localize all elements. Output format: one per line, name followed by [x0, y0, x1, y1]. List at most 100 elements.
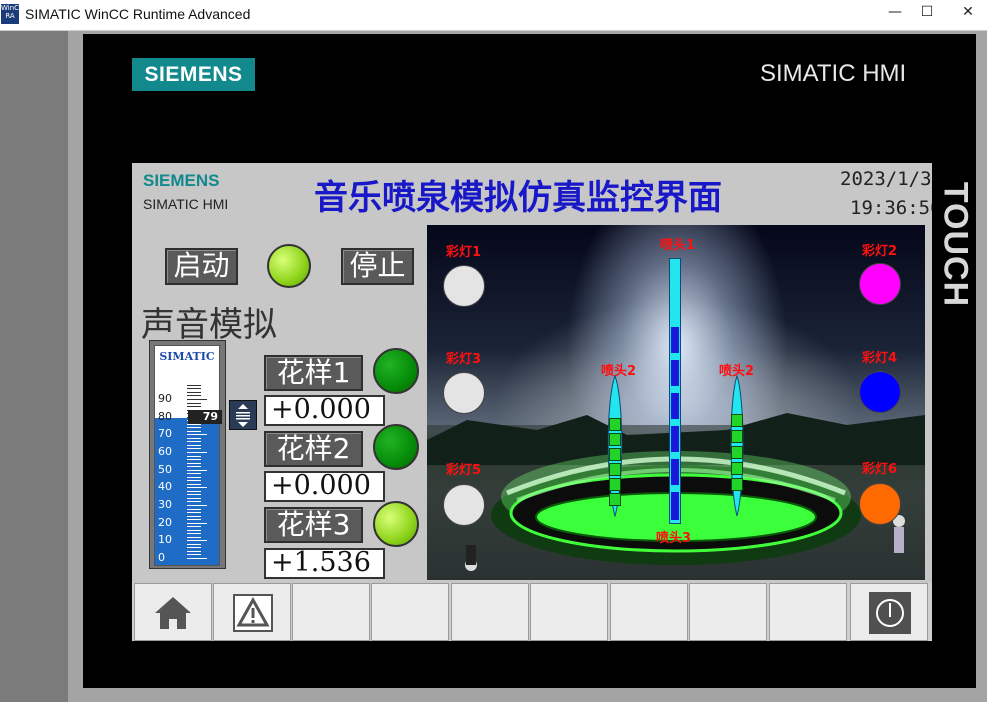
gauge-tick-mark [187, 540, 207, 542]
page-title: 音乐喷泉模拟仿真监控界面 [314, 178, 722, 218]
gauge-tick-label: 90 [158, 392, 172, 405]
gauge-tick-mark [187, 536, 201, 538]
nozzle2-right-segment [731, 446, 743, 459]
gauge-tick-mark [187, 476, 201, 478]
pattern3-indicator [373, 501, 419, 547]
gauge-tick-mark [187, 529, 201, 531]
close-button[interactable]: ✕ [953, 4, 983, 24]
maximize-button[interactable]: ☐ [912, 4, 942, 24]
gauge-tick-label: 10 [158, 533, 172, 547]
power-icon [869, 592, 911, 634]
touch-label: TOUCH [936, 181, 975, 308]
nozzle1-segment [671, 393, 679, 419]
gauge-tick-mark [187, 430, 201, 432]
nozzle1-segment [671, 459, 679, 485]
date-display: 2023/1/31 [840, 168, 932, 190]
hmi-screen: SIEMENS SIMATIC HMI 音乐喷泉模拟仿真监控界面 2023/1/… [132, 163, 932, 641]
pattern2-button[interactable]: 花样2 [264, 431, 363, 467]
taskbar-button-3[interactable] [292, 583, 370, 641]
alarm-button[interactable] [213, 583, 291, 641]
taskbar-button-4[interactable] [371, 583, 449, 641]
gauge-tick-mark [187, 487, 207, 489]
gauge-tick-mark [187, 455, 201, 457]
gauge-value-pointer: 79 [188, 410, 222, 425]
pattern1-value: +0.000 [264, 395, 385, 426]
pattern3-value: +1.536 [264, 548, 385, 579]
taskbar-button-8[interactable] [689, 583, 767, 641]
nozzle2-left-segment [609, 433, 621, 446]
gauge-tick-mark [187, 406, 201, 408]
gauge-tick-mark [187, 508, 201, 510]
gauge-tick-label: 70 [158, 427, 172, 441]
gauge-tick-label: 40 [158, 480, 172, 494]
device-model-label: SIMATIC HMI [760, 60, 907, 87]
nozzle2-right-segment [731, 430, 743, 443]
gauge-ticks: 90 80 70 60 50 40 30 20 10 0 [155, 346, 219, 565]
lamp6 [859, 483, 901, 525]
time-display: 19:36:56 [850, 197, 932, 219]
taskbar-button-5[interactable] [451, 583, 529, 641]
pattern3-button[interactable]: 花样3 [264, 507, 363, 543]
gauge-tick-mark [187, 515, 201, 517]
sound-level-slider-handle[interactable] [229, 400, 257, 430]
gauge-tick-mark [187, 462, 201, 464]
gauge-tick-mark [187, 444, 201, 446]
gauge-tick-mark [187, 547, 201, 549]
nozzle2-right-segment [731, 462, 743, 475]
nozzle2-left-segment [609, 493, 621, 506]
lamp5-label: 彩灯5 [446, 463, 482, 478]
nozzle3-label: 喷头3 [656, 531, 692, 546]
gauge-tick-mark [187, 505, 207, 506]
power-button[interactable] [850, 583, 928, 641]
lamp4-label: 彩灯4 [862, 351, 898, 366]
gauge-tick-mark [187, 473, 201, 475]
pattern2-value: +0.000 [264, 471, 385, 502]
gauge-tick-mark [187, 452, 207, 453]
stop-button[interactable]: 停止 [341, 248, 414, 285]
home-icon [155, 597, 191, 629]
pattern2-indicator [373, 424, 419, 470]
gauge-tick-mark [187, 480, 201, 482]
gauge-tick-label: 60 [158, 445, 172, 458]
gauge-tick-mark [187, 558, 207, 559]
taskbar-button-7[interactable] [610, 583, 688, 641]
pattern1-button[interactable]: 花样1 [264, 355, 363, 391]
lamp6-label: 彩灯6 [862, 462, 898, 477]
gauge-tick-mark [187, 384, 201, 386]
gauge-tick-mark [187, 459, 201, 461]
gauge-tick-label: 50 [158, 462, 172, 476]
sound-simulation-label: 声音模拟 [141, 305, 277, 345]
gauge-tick-mark [187, 543, 201, 545]
gauge-tick-mark [187, 399, 207, 400]
gauge-tick-mark [187, 395, 201, 397]
sound-level-gauge: SIMATIC 90 80 70 60 50 40 30 20 10 0 79 [149, 340, 226, 569]
wincc-app-icon: WinCC RA [1, 4, 24, 24]
gauge-tick-mark [187, 494, 201, 496]
nozzle2-left-segment [609, 463, 621, 476]
home-button[interactable] [134, 583, 212, 641]
gauge-tick-mark [187, 391, 201, 393]
nozzle1-segment [671, 426, 679, 452]
siemens-logo: SIEMENS [132, 58, 255, 91]
lamp3 [443, 372, 485, 414]
start-button[interactable]: 启动 [165, 248, 238, 285]
gauge-tick-mark [187, 469, 207, 471]
gauge-tick-mark [187, 522, 207, 524]
gauge-tick-mark [187, 434, 207, 436]
taskbar-button-6[interactable] [530, 583, 608, 641]
lamp1 [443, 265, 485, 307]
gauge-tick-label: 30 [158, 498, 172, 511]
alarm-warning-icon [233, 594, 273, 632]
lamp4 [859, 371, 901, 413]
taskbar-button-9[interactable] [769, 583, 847, 641]
gauge-tick-mark [187, 526, 201, 528]
gauge-tick-mark [187, 501, 201, 503]
gauge-tick-mark [187, 533, 201, 535]
minimize-button[interactable]: — [880, 4, 910, 24]
gauge-tick-mark [187, 554, 201, 556]
hmi-taskbar [132, 583, 932, 641]
gauge-tick-mark [187, 437, 201, 439]
gauge-tick-mark [187, 427, 201, 429]
gauge-tick-mark [187, 448, 201, 450]
window-titlebar: WinCC RA SIMATIC WinCC Runtime Advanced … [0, 0, 987, 31]
